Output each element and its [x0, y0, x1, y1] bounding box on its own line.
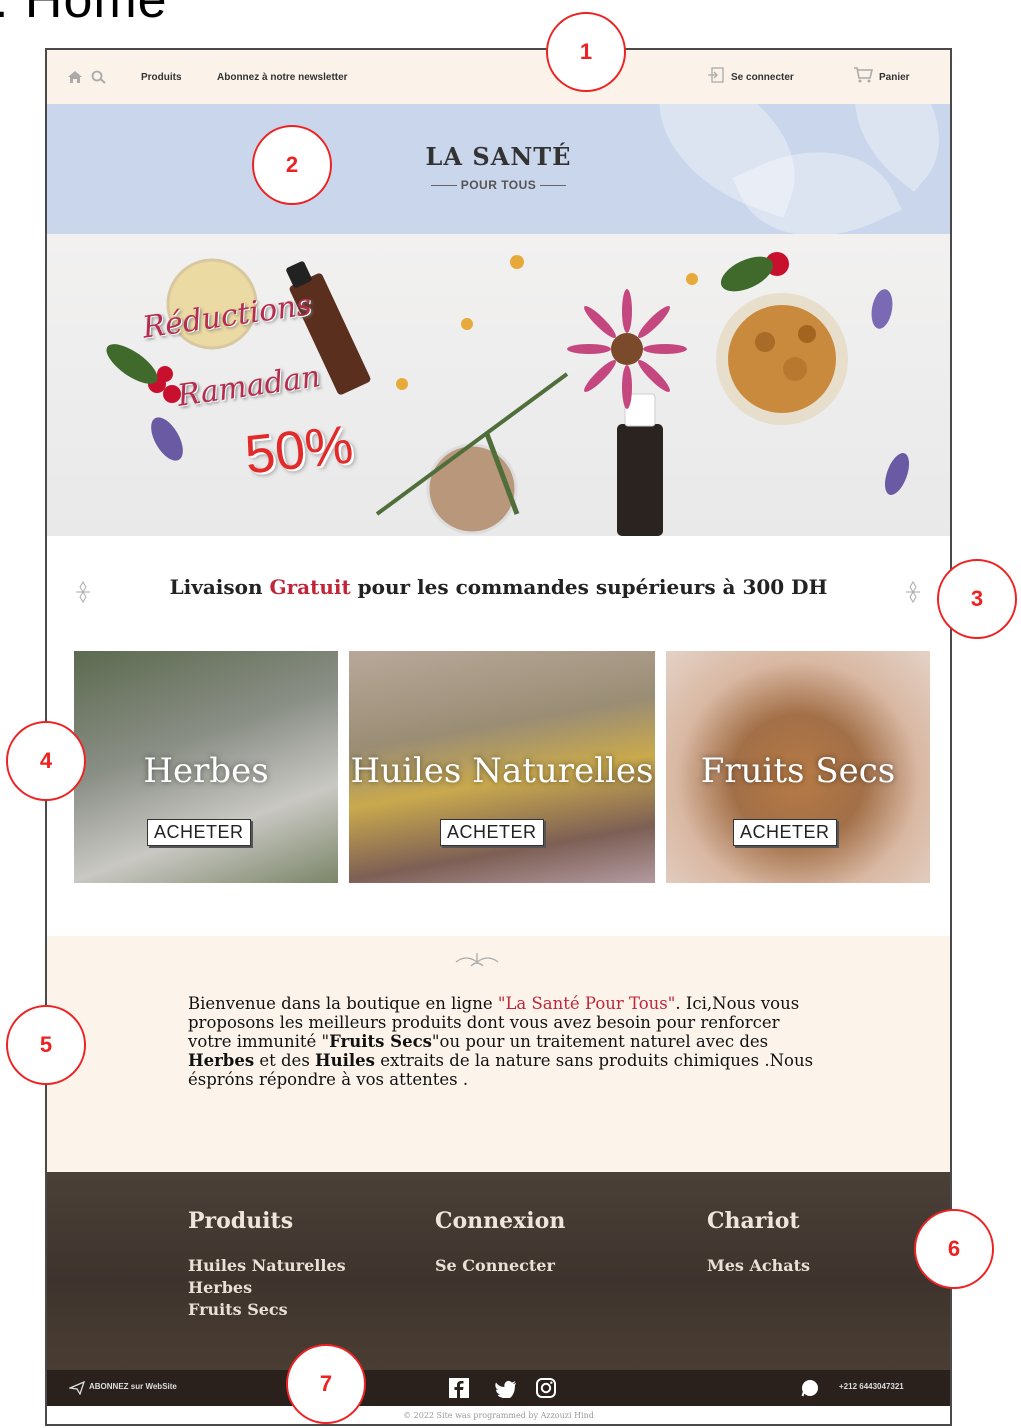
copyright-text: © 2022 Site was programmed by Azzouzi Hi…: [47, 1406, 950, 1424]
category-card-dried-fruits[interactable]: Fruits Secs ACHETER: [666, 651, 930, 883]
annotation-marker-2: 2: [252, 125, 332, 205]
brand-subtitle-row: POUR TOUS: [47, 178, 950, 192]
promo-percent-text: 50%: [242, 414, 356, 486]
dash-decoration: [540, 185, 567, 187]
top-nav: Produits Abonnez à notre newsletter Se c…: [47, 50, 950, 104]
buy-herbs-button[interactable]: ACHETER: [147, 819, 251, 846]
delivery-banner: Livaison Gratuit pour les commandes supé…: [47, 575, 950, 599]
facebook-icon[interactable]: [449, 1378, 469, 1398]
send-icon: [69, 1381, 85, 1395]
category-card-oils[interactable]: Huiles Naturelles ACHETER: [349, 651, 655, 883]
site-footer: Produits Huiles Naturelles Herbes Fruits…: [47, 1172, 950, 1370]
annotation-marker-7: 7: [286, 1344, 366, 1424]
nav-login-link[interactable]: Se connecter: [731, 72, 794, 83]
cart-icon[interactable]: [853, 66, 873, 84]
annotation-marker-5: 5: [6, 1005, 86, 1085]
page-heading: : Home: [0, 0, 168, 29]
nav-cart-link[interactable]: Panier: [879, 72, 910, 83]
subscribe-link[interactable]: ABONNEZ sur WebSite: [89, 1382, 177, 1391]
annotation-marker-3: 3: [937, 559, 1017, 639]
welcome-section: Bienvenue dans la boutique en ligne "La …: [47, 936, 950, 1172]
dash-decoration: [430, 185, 457, 187]
annotation-marker-4: 4: [6, 721, 86, 801]
hero-promo-image[interactable]: Réductions Ramadan 50%: [47, 234, 950, 536]
annotation-marker-6: 6: [914, 1209, 994, 1289]
footer-link-purchases[interactable]: Mes Achats: [707, 1256, 810, 1275]
footer-connexion-title: Connexion: [435, 1208, 566, 1234]
instagram-icon[interactable]: [535, 1377, 557, 1399]
page-frame: Produits Abonnez à notre newsletter Se c…: [45, 48, 952, 1426]
footer-products-title: Produits: [188, 1208, 294, 1234]
category-card-herbs[interactable]: Herbes ACHETER: [74, 651, 338, 883]
footer-link-herbs[interactable]: Herbes: [188, 1278, 252, 1297]
footer-cart-title: Chariot: [707, 1208, 800, 1234]
category-title: Herbes: [143, 751, 269, 791]
twitter-icon[interactable]: [495, 1380, 517, 1398]
bottom-social-bar: ABONNEZ sur WebSite +212 6443047321: [47, 1370, 950, 1406]
delivery-text-end: pour les commandes supérieurs à 300 DH: [350, 575, 828, 599]
search-icon[interactable]: [91, 70, 107, 84]
annotation-marker-1: 1: [546, 12, 626, 92]
phone-number[interactable]: +212 6443047321: [839, 1382, 904, 1391]
brand-subtitle: POUR TOUS: [460, 178, 537, 192]
login-icon[interactable]: [707, 66, 725, 84]
category-title: Fruits Secs: [700, 751, 896, 791]
footer-link-login[interactable]: Se Connecter: [435, 1256, 555, 1275]
footer-link-dried-fruits[interactable]: Fruits Secs: [188, 1300, 288, 1319]
delivery-text-start: Livaison: [169, 575, 270, 599]
buy-dried-fruits-button[interactable]: ACHETER: [733, 819, 837, 846]
home-icon[interactable]: [67, 70, 83, 84]
nav-products-link[interactable]: Produits: [141, 72, 182, 83]
footer-link-oils[interactable]: Huiles Naturelles: [188, 1256, 346, 1275]
brand-title[interactable]: LA SANTÉ: [47, 142, 950, 171]
buy-oils-button[interactable]: ACHETER: [440, 819, 544, 846]
nav-newsletter-link[interactable]: Abonnez à notre newsletter: [217, 72, 348, 83]
welcome-text: Bienvenue dans la boutique en ligne "La …: [188, 994, 814, 1089]
brand-banner: LA SANTÉ POUR TOUS: [47, 104, 950, 234]
ornament-right-icon: [906, 581, 920, 603]
category-title: Huiles Naturelles: [350, 751, 654, 791]
delivery-free-text: Gratuit: [269, 575, 351, 599]
flourish-icon: [455, 953, 499, 967]
whatsapp-icon[interactable]: [801, 1379, 819, 1397]
